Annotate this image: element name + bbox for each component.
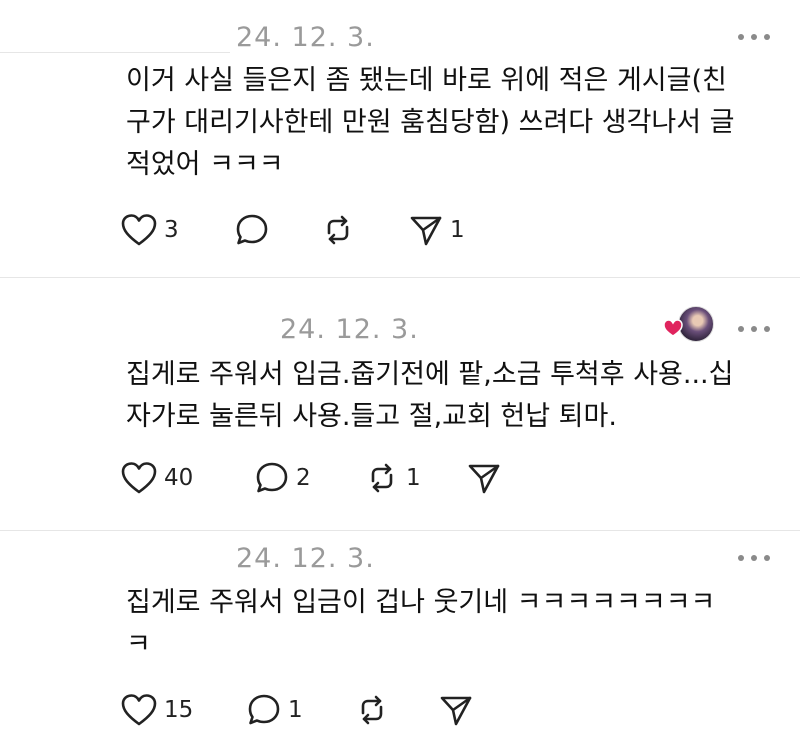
repost-icon [361,695,383,725]
heart-icon [121,462,157,494]
more-icon-dot [738,555,744,561]
more-icon-dot [764,555,770,561]
more-icon-dot [738,326,744,332]
share-button[interactable] [466,460,508,496]
like-count: 3 [164,216,179,243]
post-text: 집게로 주워서 입금.줍기전에 팥,소금 투척후 사용...십 자가로 눌른뒤 … [126,359,734,432]
more-options-button[interactable] [738,323,770,335]
more-icon-dot [751,326,757,332]
share-icon [468,464,500,494]
liked-heart-icon [663,319,683,337]
comment-button[interactable]: 2 [254,460,311,496]
post-date: 24. 12. 3. [236,543,375,574]
repost-count: 1 [406,464,421,491]
more-icon-dot [738,34,744,40]
more-options-button[interactable] [738,31,770,43]
more-icon-dot [751,555,757,561]
heart-icon [121,694,157,726]
comment-count: 1 [288,696,303,723]
post-text: 집게로 주워서 입금이 겁나 웃기네 ㅋㅋㅋㅋㅋㅋㅋㅋ ㅋ [126,587,716,660]
share-button[interactable]: 1 [408,212,465,248]
repost-button[interactable] [320,212,362,248]
more-icon-dot [764,34,770,40]
like-count: 40 [164,464,194,491]
repost-button[interactable] [354,692,396,728]
more-options-button[interactable] [738,552,770,564]
like-button[interactable]: 40 [120,460,193,496]
post-date: 24. 12. 3. [280,314,419,345]
share-icon [440,696,472,726]
repost-icon [327,215,349,245]
comment-button[interactable]: 1 [246,692,303,728]
comment-button[interactable] [234,212,276,248]
like-count: 15 [164,696,194,723]
divider [0,277,800,278]
more-icon-dot [751,34,757,40]
comment-icon [236,214,268,245]
comment-icon [248,694,280,725]
more-icon-dot [764,326,770,332]
repost-button[interactable]: 1 [364,460,421,496]
heart-icon [121,214,157,246]
liker-avatar[interactable] [663,306,714,342]
share-button[interactable] [438,692,480,728]
share-count: 1 [450,216,465,243]
comment-icon [256,462,288,493]
divider [0,530,800,531]
comment-count: 2 [296,464,311,491]
like-button[interactable]: 15 [120,692,193,728]
like-button[interactable]: 3 [120,212,179,248]
divider [0,52,230,53]
post-text: 이거 사실 들은지 좀 됐는데 바로 위에 적은 게시글(친 구가 대리기사한테… [126,65,735,180]
repost-icon [371,463,393,493]
share-icon [410,216,442,246]
post-date: 24. 12. 3. [236,22,375,53]
